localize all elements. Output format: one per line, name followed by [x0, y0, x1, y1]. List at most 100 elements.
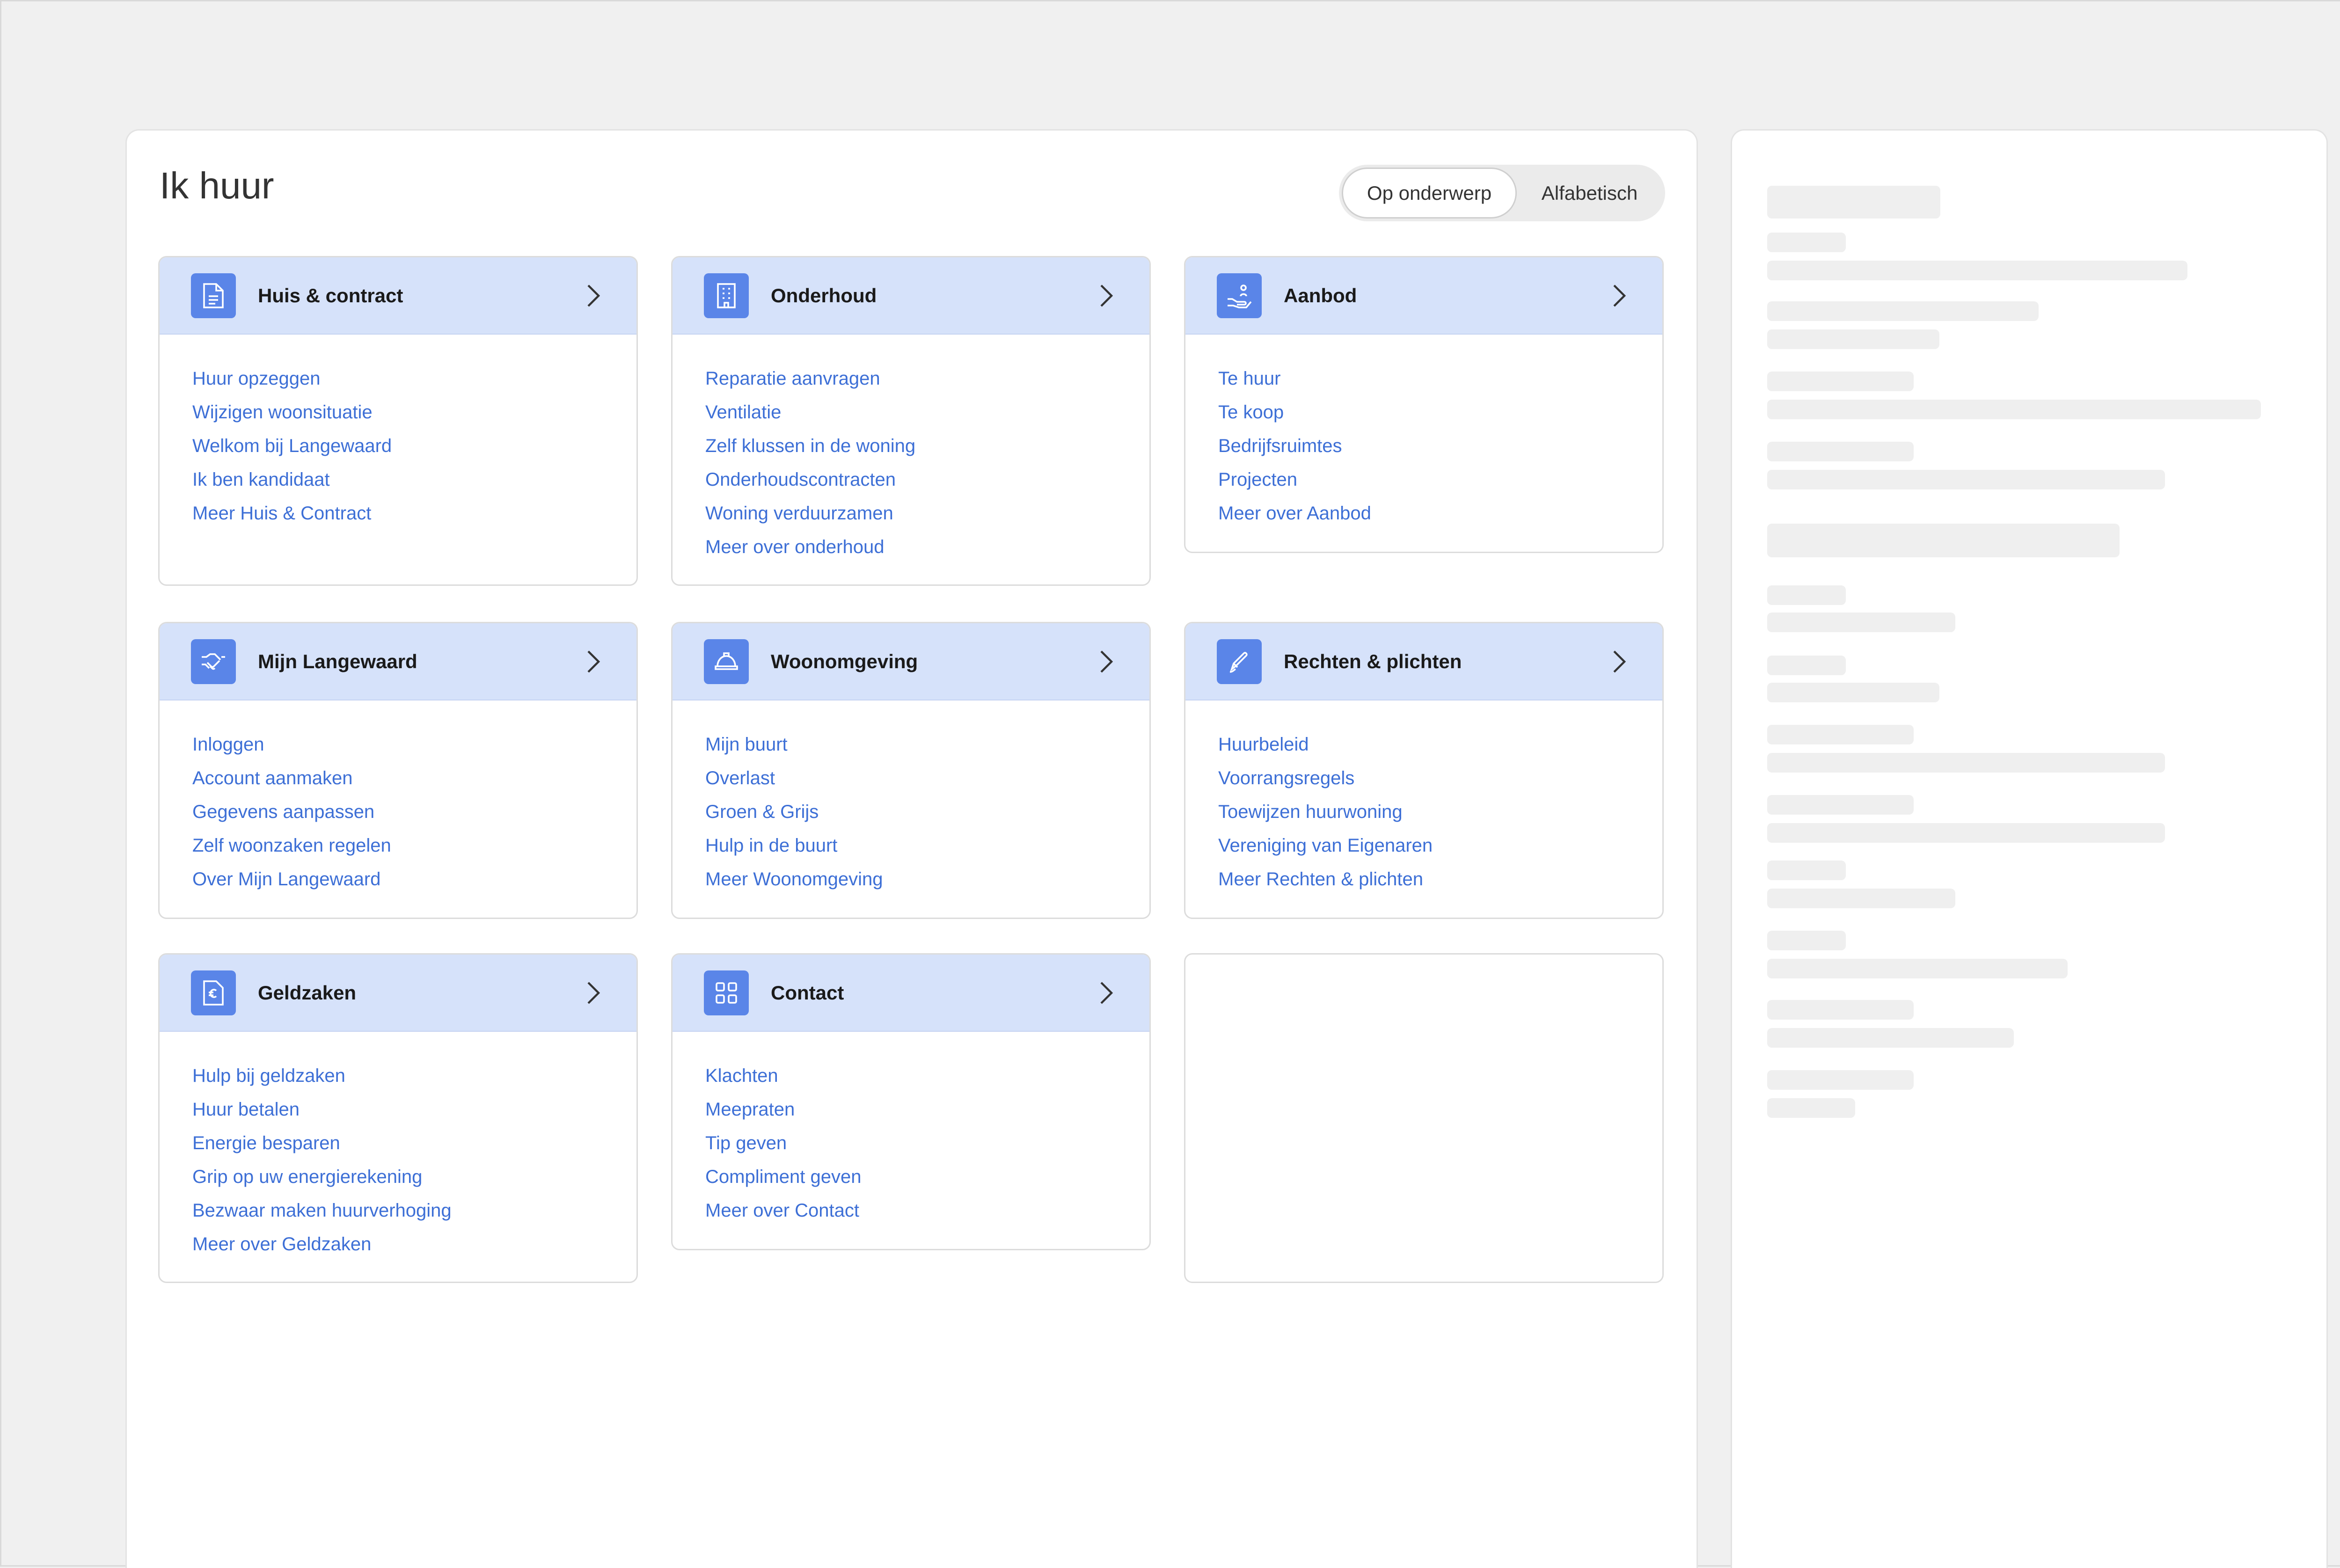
link-groen-grijs[interactable]: Groen & Grijs — [705, 795, 1118, 829]
link-vereniging-van-eigenaren[interactable]: Vereniging van Eigenaren — [1218, 829, 1631, 862]
link-bedrijfsruimtes[interactable]: Bedrijfsruimtes — [1218, 429, 1631, 463]
link-meer-woonomgeving[interactable]: Meer Woonomgeving — [705, 862, 1118, 896]
card-header-geldzaken[interactable]: Geldzaken — [160, 955, 636, 1032]
link-inloggen[interactable]: Inloggen — [192, 728, 605, 761]
link-ik-ben-kandidaat[interactable]: Ik ben kandidaat — [192, 463, 605, 496]
link-toewijzen-huurwoning[interactable]: Toewijzen huurwoning — [1218, 795, 1631, 829]
link-grip-op-energierekening[interactable]: Grip op uw energierekening — [192, 1160, 605, 1194]
link-mijn-buurt[interactable]: Mijn buurt — [705, 728, 1118, 761]
skeleton-line — [1767, 329, 1939, 349]
card-title: Geldzaken — [258, 981, 357, 1004]
link-meer-over-onderhoud[interactable]: Meer over onderhoud — [705, 530, 1118, 564]
hard-hat-icon — [704, 639, 749, 684]
skeleton-line — [1767, 233, 1846, 252]
document-icon — [191, 273, 236, 318]
link-meepraten[interactable]: Meepraten — [705, 1093, 1118, 1126]
skeleton-line — [1767, 753, 2165, 773]
card-huis-contract: Huis & contract Huur opzeggen Wijzigen w… — [158, 256, 638, 586]
skeleton-line — [1767, 861, 1846, 880]
chevron-right-icon[interactable] — [1608, 648, 1631, 676]
link-te-koop[interactable]: Te koop — [1218, 395, 1631, 429]
skeleton-line — [1767, 613, 1955, 632]
building-icon — [704, 273, 749, 318]
card-contact: Contact Klachten Meepraten Tip geven Com… — [671, 953, 1151, 1250]
chevron-right-icon[interactable] — [1095, 648, 1118, 676]
link-account-aanmaken[interactable]: Account aanmaken — [192, 761, 605, 795]
card-header-woonomgeving[interactable]: Woonomgeving — [673, 623, 1149, 700]
side-panel-skeleton — [1731, 129, 2328, 1568]
pen-icon — [1217, 639, 1262, 684]
link-hulp-in-de-buurt[interactable]: Hulp in de buurt — [705, 829, 1118, 862]
link-compliment-geven[interactable]: Compliment geven — [705, 1160, 1118, 1194]
link-gegevens-aanpassen[interactable]: Gegevens aanpassen — [192, 795, 605, 829]
card-links: Te huur Te koop Bedrijfsruimtes Projecte… — [1185, 335, 1662, 552]
card-header-rechten-plichten[interactable]: Rechten & plichten — [1185, 623, 1662, 700]
chevron-right-icon[interactable] — [582, 979, 605, 1007]
skeleton-line — [1767, 656, 1846, 675]
card-geldzaken: Geldzaken Hulp bij geldzaken Huur betale… — [158, 953, 638, 1283]
card-header-onderhoud[interactable]: Onderhoud — [673, 257, 1149, 335]
link-zelf-klussen[interactable]: Zelf klussen in de woning — [705, 429, 1118, 463]
link-onderhoudscontracten[interactable]: Onderhoudscontracten — [705, 463, 1118, 496]
link-wijzigen-woonsituatie[interactable]: Wijzigen woonsituatie — [192, 395, 605, 429]
grid-icon — [704, 970, 749, 1015]
link-woning-verduurzamen[interactable]: Woning verduurzamen — [705, 496, 1118, 530]
card-onderhoud: Onderhoud Reparatie aanvragen Ventilatie… — [671, 256, 1151, 586]
card-title: Rechten & plichten — [1284, 650, 1462, 672]
card-title: Mijn Langewaard — [258, 650, 417, 672]
link-meer-huis-contract[interactable]: Meer Huis & Contract — [192, 496, 605, 530]
card-title: Aanbod — [1284, 284, 1357, 306]
link-meer-rechten-plichten[interactable]: Meer Rechten & plichten — [1218, 862, 1631, 896]
card-header-mijn-langewaard[interactable]: Mijn Langewaard — [160, 623, 636, 700]
skeleton-line — [1767, 823, 2165, 843]
euro-document-icon — [191, 970, 236, 1015]
skeleton-line — [1767, 795, 1914, 815]
link-meer-over-contact[interactable]: Meer over Contact — [705, 1194, 1118, 1227]
link-huur-opzeggen[interactable]: Huur opzeggen — [192, 362, 605, 395]
card-header-aanbod[interactable]: Aanbod — [1185, 257, 1662, 335]
link-welkom-bij-langewaard[interactable]: Welkom bij Langewaard — [192, 429, 605, 463]
main-panel: Ik huur Op onderwerp Alfabetisch Huis & … — [125, 129, 1698, 1568]
chevron-right-icon[interactable] — [582, 648, 605, 676]
card-aanbod: Aanbod Te huur Te koop Bedrijfsruimtes P… — [1184, 256, 1664, 553]
card-woonomgeving: Woonomgeving Mijn buurt Overlast Groen &… — [671, 622, 1151, 919]
card-links: Huur opzeggen Wijzigen woonsituatie Welk… — [160, 335, 636, 558]
link-projecten[interactable]: Projecten — [1218, 463, 1631, 496]
link-ventilatie[interactable]: Ventilatie — [705, 395, 1118, 429]
card-header-huis-contract[interactable]: Huis & contract — [160, 257, 636, 335]
skeleton-line — [1767, 470, 2165, 489]
link-voorrangsregels[interactable]: Voorrangsregels — [1218, 761, 1631, 795]
link-huur-betalen[interactable]: Huur betalen — [192, 1093, 605, 1126]
link-meer-over-aanbod[interactable]: Meer over Aanbod — [1218, 496, 1631, 530]
card-mijn-langewaard: Mijn Langewaard Inloggen Account aanmake… — [158, 622, 638, 919]
link-bezwaar-huurverhoging[interactable]: Bezwaar maken huurverhoging — [192, 1194, 605, 1227]
toggle-op-onderwerp[interactable]: Op onderwerp — [1342, 168, 1517, 219]
link-klachten[interactable]: Klachten — [705, 1059, 1118, 1093]
card-title: Huis & contract — [258, 284, 403, 306]
skeleton-line — [1767, 186, 1940, 219]
card-title: Contact — [771, 981, 844, 1004]
toggle-alfabetisch[interactable]: Alfabetisch — [1517, 168, 1662, 219]
link-energie-besparen[interactable]: Energie besparen — [192, 1126, 605, 1160]
skeleton-line — [1767, 1028, 2014, 1048]
card-empty — [1184, 953, 1664, 1283]
link-overlast[interactable]: Overlast — [705, 761, 1118, 795]
link-zelf-woonzaken-regelen[interactable]: Zelf woonzaken regelen — [192, 829, 605, 862]
link-hulp-bij-geldzaken[interactable]: Hulp bij geldzaken — [192, 1059, 605, 1093]
chevron-right-icon[interactable] — [1095, 282, 1118, 310]
link-reparatie-aanvragen[interactable]: Reparatie aanvragen — [705, 362, 1118, 395]
chevron-right-icon[interactable] — [582, 282, 605, 310]
card-links: Mijn buurt Overlast Groen & Grijs Hulp i… — [673, 700, 1149, 918]
link-te-huur[interactable]: Te huur — [1218, 362, 1631, 395]
view-toggle: Op onderwerp Alfabetisch — [1339, 165, 1665, 221]
chevron-right-icon[interactable] — [1608, 282, 1631, 310]
card-rechten-plichten: Rechten & plichten Huurbeleid Voorrangsr… — [1184, 622, 1664, 919]
skeleton-line — [1767, 931, 1846, 950]
link-huurbeleid[interactable]: Huurbeleid — [1218, 728, 1631, 761]
link-over-mijn-langewaard[interactable]: Over Mijn Langewaard — [192, 862, 605, 896]
skeleton-line — [1767, 261, 2187, 280]
link-tip-geven[interactable]: Tip geven — [705, 1126, 1118, 1160]
card-header-contact[interactable]: Contact — [673, 955, 1149, 1032]
link-meer-over-geldzaken[interactable]: Meer over Geldzaken — [192, 1227, 605, 1261]
chevron-right-icon[interactable] — [1095, 979, 1118, 1007]
